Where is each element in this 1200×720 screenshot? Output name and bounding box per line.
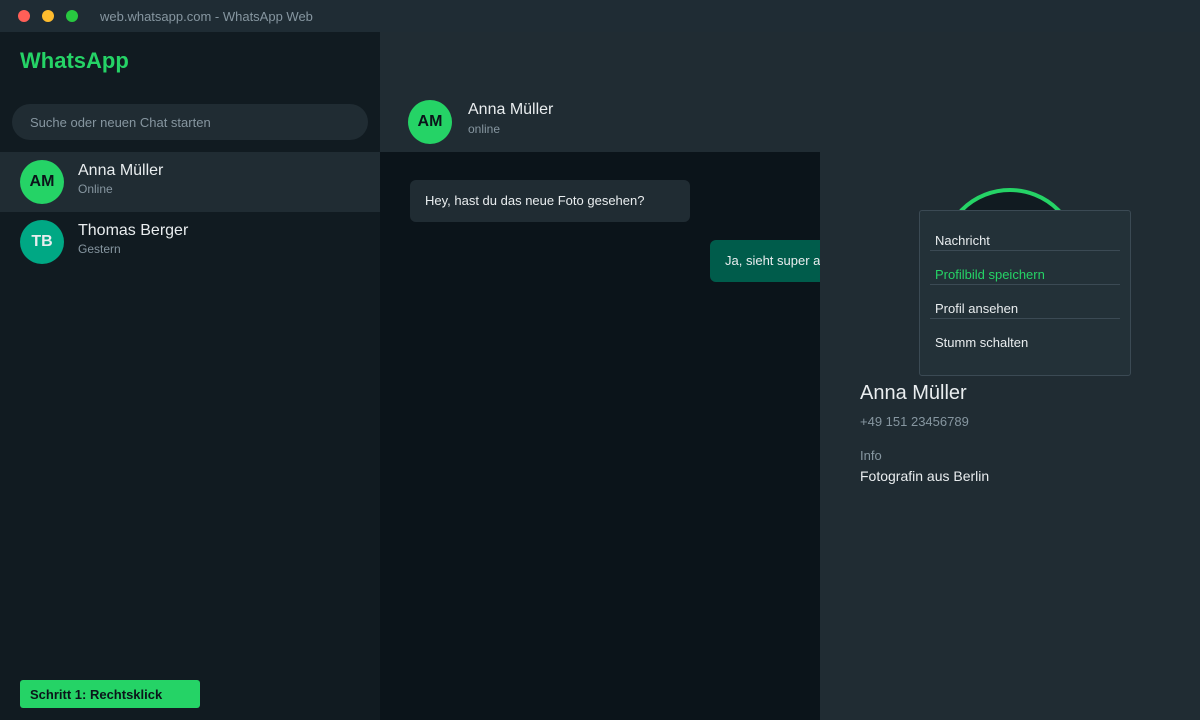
contact-avatar[interactable]: AM — [408, 100, 452, 144]
chat-name: Thomas Berger — [78, 222, 189, 239]
message-list: Hey, hast du das neue Foto gesehen? Ja, … — [380, 152, 820, 720]
menu-item-save-profile-picture[interactable]: Profilbild speichern — [930, 251, 1120, 285]
chat-item-anna-mueller[interactable]: AM Anna Müller Online — [0, 152, 380, 212]
search-input[interactable] — [12, 104, 368, 140]
chat-header: AM Anna Müller online — [380, 32, 1200, 152]
avatar: AM — [20, 160, 64, 204]
chat-subtitle: Online — [78, 182, 113, 196]
contact-status: online — [468, 122, 501, 136]
context-menu: Nachricht Profilbild speichern Profil an… — [919, 210, 1131, 376]
chat-item-thomas-berger[interactable]: TB Thomas Berger Gestern — [0, 212, 380, 272]
close-window-button[interactable] — [18, 10, 30, 22]
sidebar: WhatsApp AM Anna Müller Online TB Thomas… — [0, 32, 380, 720]
window-titlebar: web.whatsapp.com - WhatsApp Web — [0, 0, 1200, 32]
window-title: web.whatsapp.com - WhatsApp Web — [100, 9, 313, 24]
menu-item-message[interactable]: Nachricht — [930, 217, 1120, 251]
contact-info-about-text: Fotografin aus Berlin — [860, 468, 990, 484]
avatar: TB — [20, 220, 64, 264]
minimize-window-button[interactable] — [42, 10, 54, 22]
chat-name: Anna Müller — [78, 162, 164, 179]
contact-info-name: Anna Müller — [860, 382, 967, 404]
contact-name[interactable]: Anna Müller — [468, 101, 553, 119]
message-bubble-outgoing[interactable]: Ja, sieht super aus! — [710, 240, 820, 282]
maximize-window-button[interactable] — [66, 10, 78, 22]
menu-item-mute[interactable]: Stumm schalten — [930, 319, 1120, 353]
menu-item-view-profile[interactable]: Profil ansehen — [930, 285, 1120, 319]
app-brand: WhatsApp — [20, 48, 129, 73]
chat-subtitle: Gestern — [78, 242, 121, 256]
message-bubble-incoming[interactable]: Hey, hast du das neue Foto gesehen? — [410, 180, 690, 222]
contact-info-about-label: Info — [860, 448, 882, 463]
step-badge: Schritt 1: Rechtsklick — [20, 680, 200, 708]
contact-info-phone: +49 151 23456789 — [860, 414, 969, 429]
